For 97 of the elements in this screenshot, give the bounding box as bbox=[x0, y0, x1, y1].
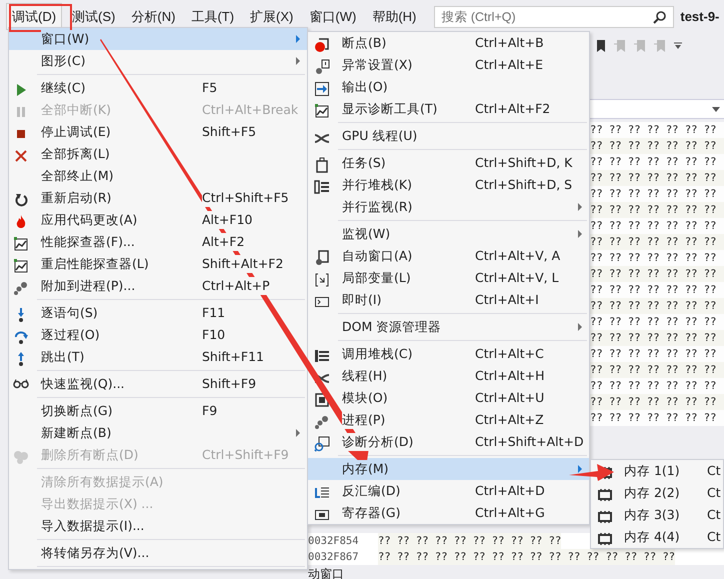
memory-bytes: ?? ?? ?? ?? ?? ?? ?? bbox=[590, 298, 724, 314]
dropdown-icon[interactable] bbox=[674, 42, 682, 50]
menu-item[interactable]: GPU 线程(U) bbox=[308, 125, 589, 147]
memory-bytes: ?? ?? ?? ?? ?? ?? ?? bbox=[590, 394, 724, 410]
menu-item[interactable]: 调用堆栈(C) Ctrl+Alt+C bbox=[308, 343, 589, 365]
menu-item[interactable]: 模块(O) Ctrl+Alt+U bbox=[308, 387, 589, 409]
chart-icon bbox=[13, 256, 29, 272]
menu-item[interactable]: 导入数据提示(I)... bbox=[9, 515, 307, 537]
menu-item[interactable]: 异常设置(X) Ctrl+Alt+E bbox=[308, 54, 589, 76]
menu-item[interactable]: 全部拆离(L) bbox=[9, 143, 307, 165]
memory-bytes: ?? ?? ?? ?? ?? ?? ?? bbox=[590, 330, 724, 346]
memory-address: 0032F867 bbox=[308, 550, 360, 565]
menu-item[interactable]: 全部终止(M) bbox=[9, 165, 307, 187]
memory-bytes: ?? ?? ?? ?? ?? ?? ?? bbox=[590, 410, 724, 426]
shortcut-text: Shift+Alt+F2 bbox=[202, 254, 284, 274]
menu-item[interactable]: 局部变量(L) Ctrl+Alt+V, L bbox=[308, 267, 589, 289]
memory-bytes: ?? ?? ?? ?? ?? ?? ?? bbox=[590, 218, 724, 234]
menu-item[interactable]: 反汇编(D) Ctrl+Alt+D bbox=[308, 480, 589, 502]
memory-bytes: ?? ?? ?? ?? ?? ?? ?? bbox=[590, 186, 724, 202]
menu-item[interactable]: 诊断分析(D) Ctrl+Shift+Alt+D bbox=[308, 431, 589, 453]
menu-item[interactable]: 自动窗口(A) Ctrl+Alt+V, A bbox=[308, 245, 589, 267]
memory-address: 0032F854 bbox=[308, 534, 360, 549]
memory-bytes: ?? ?? ?? ?? ?? ?? ?? bbox=[590, 234, 724, 250]
menu-bar-item[interactable]: 测试(S) bbox=[66, 2, 122, 30]
memory-bytes: ?? ?? ?? ?? ?? ?? ?? bbox=[590, 122, 724, 138]
glasses-icon bbox=[13, 379, 29, 389]
menu-item[interactable]: 新建断点(B) bbox=[9, 422, 307, 444]
menu-bar-item[interactable]: 窗口(W) bbox=[303, 2, 362, 30]
menu-bar-item[interactable]: 分析(N) bbox=[125, 2, 182, 30]
address-field[interactable] bbox=[590, 99, 724, 119]
output-icon bbox=[314, 79, 330, 95]
menu-item[interactable]: 性能探查器(F)... Alt+F2 bbox=[9, 231, 307, 253]
magnifier-icon bbox=[314, 434, 330, 450]
menu-bar-item[interactable]: 扩展(X) bbox=[244, 2, 300, 30]
memory-bytes: ?? ?? ?? ?? ?? ?? ?? ?? ?? ?? bbox=[378, 533, 562, 549]
menu-item[interactable]: 断点(B) Ctrl+Alt+B bbox=[308, 32, 589, 54]
annotation-box bbox=[9, 4, 72, 32]
memory-bytes: ?? ?? ?? ?? ?? ?? ?? bbox=[590, 154, 724, 170]
menu-item[interactable]: 图形(C) bbox=[9, 50, 307, 72]
menu-item[interactable]: 应用代码更改(A) Alt+F10 bbox=[9, 209, 307, 231]
menu-item[interactable]: 即时(I) Ctrl+Alt+I bbox=[308, 289, 589, 311]
caret-icon bbox=[712, 106, 720, 112]
menu-item[interactable]: 将转储另存为(V)... bbox=[9, 542, 307, 564]
menu-item[interactable]: 内存 2(2) Ct bbox=[591, 482, 723, 504]
memory-bytes: ?? ?? ?? ?? ?? ?? ?? bbox=[590, 266, 724, 282]
chart-icon bbox=[314, 101, 330, 117]
menu-item[interactable]: 切换断点(G) F9 bbox=[9, 400, 307, 422]
menu-item[interactable]: 任务(S) Ctrl+Shift+D, K bbox=[308, 152, 589, 174]
shortcut-text: Alt+F10 bbox=[202, 210, 252, 230]
memory-bytes: ?? ?? ?? ?? ?? ?? ?? bbox=[590, 250, 724, 266]
memory-bytes: ?? ?? ?? ?? ?? ?? ?? ?? ?? ?? ?? ?? ?? ?? ?? ?? bbox=[378, 549, 676, 565]
clipboard-icon bbox=[314, 155, 330, 171]
search-icon bbox=[653, 10, 668, 24]
menu-item[interactable]: 内存 3(3) Ct bbox=[591, 504, 723, 526]
menu-item[interactable]: 逐语句(S) F11 bbox=[9, 302, 307, 324]
menu-item[interactable]: 并行监视(R) bbox=[308, 196, 589, 218]
menu-item[interactable]: 内存(M) bbox=[308, 458, 589, 480]
memory-bytes: ?? ?? ?? ?? ?? ?? ?? bbox=[590, 378, 724, 394]
clear-bookmark-icon[interactable] bbox=[654, 39, 666, 53]
annotation-arrow bbox=[569, 464, 614, 481]
memory-bytes: ?? ?? ?? ?? ?? ?? ?? bbox=[590, 170, 724, 186]
memory-bytes: ?? ?? ?? ?? ?? ?? ?? bbox=[590, 346, 724, 362]
menu-item[interactable]: 输出(O) bbox=[308, 76, 589, 98]
bookmark-icon[interactable] bbox=[594, 39, 606, 53]
previous-bookmark-icon[interactable] bbox=[614, 39, 626, 53]
menu-item[interactable]: 快速监视(Q)... Shift+F9 bbox=[9, 373, 307, 395]
menu-item[interactable]: DOM 资源管理器 bbox=[308, 316, 589, 338]
next-bookmark-icon[interactable] bbox=[634, 39, 646, 53]
menu-item[interactable]: 监视(W) bbox=[308, 223, 589, 245]
search-field[interactable]: 搜索 (Ctrl+Q) bbox=[434, 6, 674, 28]
exception-settings-icon bbox=[314, 57, 330, 73]
menu-item[interactable]: 停止调试(E) Shift+F5 bbox=[9, 121, 307, 143]
chart-icon bbox=[13, 234, 29, 250]
shortcut-text: Ctrl+Alt+P bbox=[202, 276, 270, 296]
memory-bytes: ?? ?? ?? ?? ?? ?? ?? bbox=[590, 362, 724, 378]
menu-item[interactable]: 逐过程(O) F10 bbox=[9, 324, 307, 346]
menu-item[interactable]: 跳出(T) Shift+F11 bbox=[9, 346, 307, 368]
menu-bar-item[interactable]: 工具(T) bbox=[185, 2, 240, 30]
shortcut-text: Alt+F2 bbox=[202, 232, 245, 252]
memory-bytes: ?? ?? ?? ?? ?? ?? ?? bbox=[590, 314, 724, 330]
memory-bytes: ?? ?? ?? ?? ?? ?? ?? bbox=[590, 282, 724, 298]
menu-item[interactable]: 窗口(W) bbox=[9, 28, 307, 50]
menu-item[interactable]: 显示诊断工具(T) Ctrl+Alt+F2 bbox=[308, 98, 589, 120]
menu-item[interactable]: 线程(H) Ctrl+Alt+H bbox=[308, 365, 589, 387]
document-icon bbox=[314, 248, 330, 264]
menu-item[interactable]: 进程(P) Ctrl+Alt+Z bbox=[308, 409, 589, 431]
menu-item[interactable]: 并行堆栈(K) Ctrl+Shift+D, S bbox=[308, 174, 589, 196]
menu-item[interactable]: 重启性能探查器(L) Shift+Alt+F2 bbox=[9, 253, 307, 275]
menu-item[interactable]: 重新启动(R) Ctrl+Shift+F5 bbox=[9, 187, 307, 209]
menu-item[interactable]: 继续(C) F5 bbox=[9, 77, 307, 99]
menu-item[interactable]: 附加到进程(P)... Ctrl+Alt+P bbox=[9, 275, 307, 297]
menu-bar-item[interactable]: 帮助(H) bbox=[366, 2, 422, 30]
menu-item[interactable]: 寄存器(G) Ctrl+Alt+G bbox=[308, 502, 589, 524]
memory-bytes: ?? ?? ?? ?? ?? ?? ?? bbox=[590, 138, 724, 154]
document-tab[interactable]: test-9- bbox=[680, 6, 720, 26]
memory-bytes: ?? ?? ?? ?? ?? ?? ?? bbox=[590, 202, 724, 218]
menu-item[interactable]: 内存 4(4) Ct bbox=[591, 526, 723, 548]
